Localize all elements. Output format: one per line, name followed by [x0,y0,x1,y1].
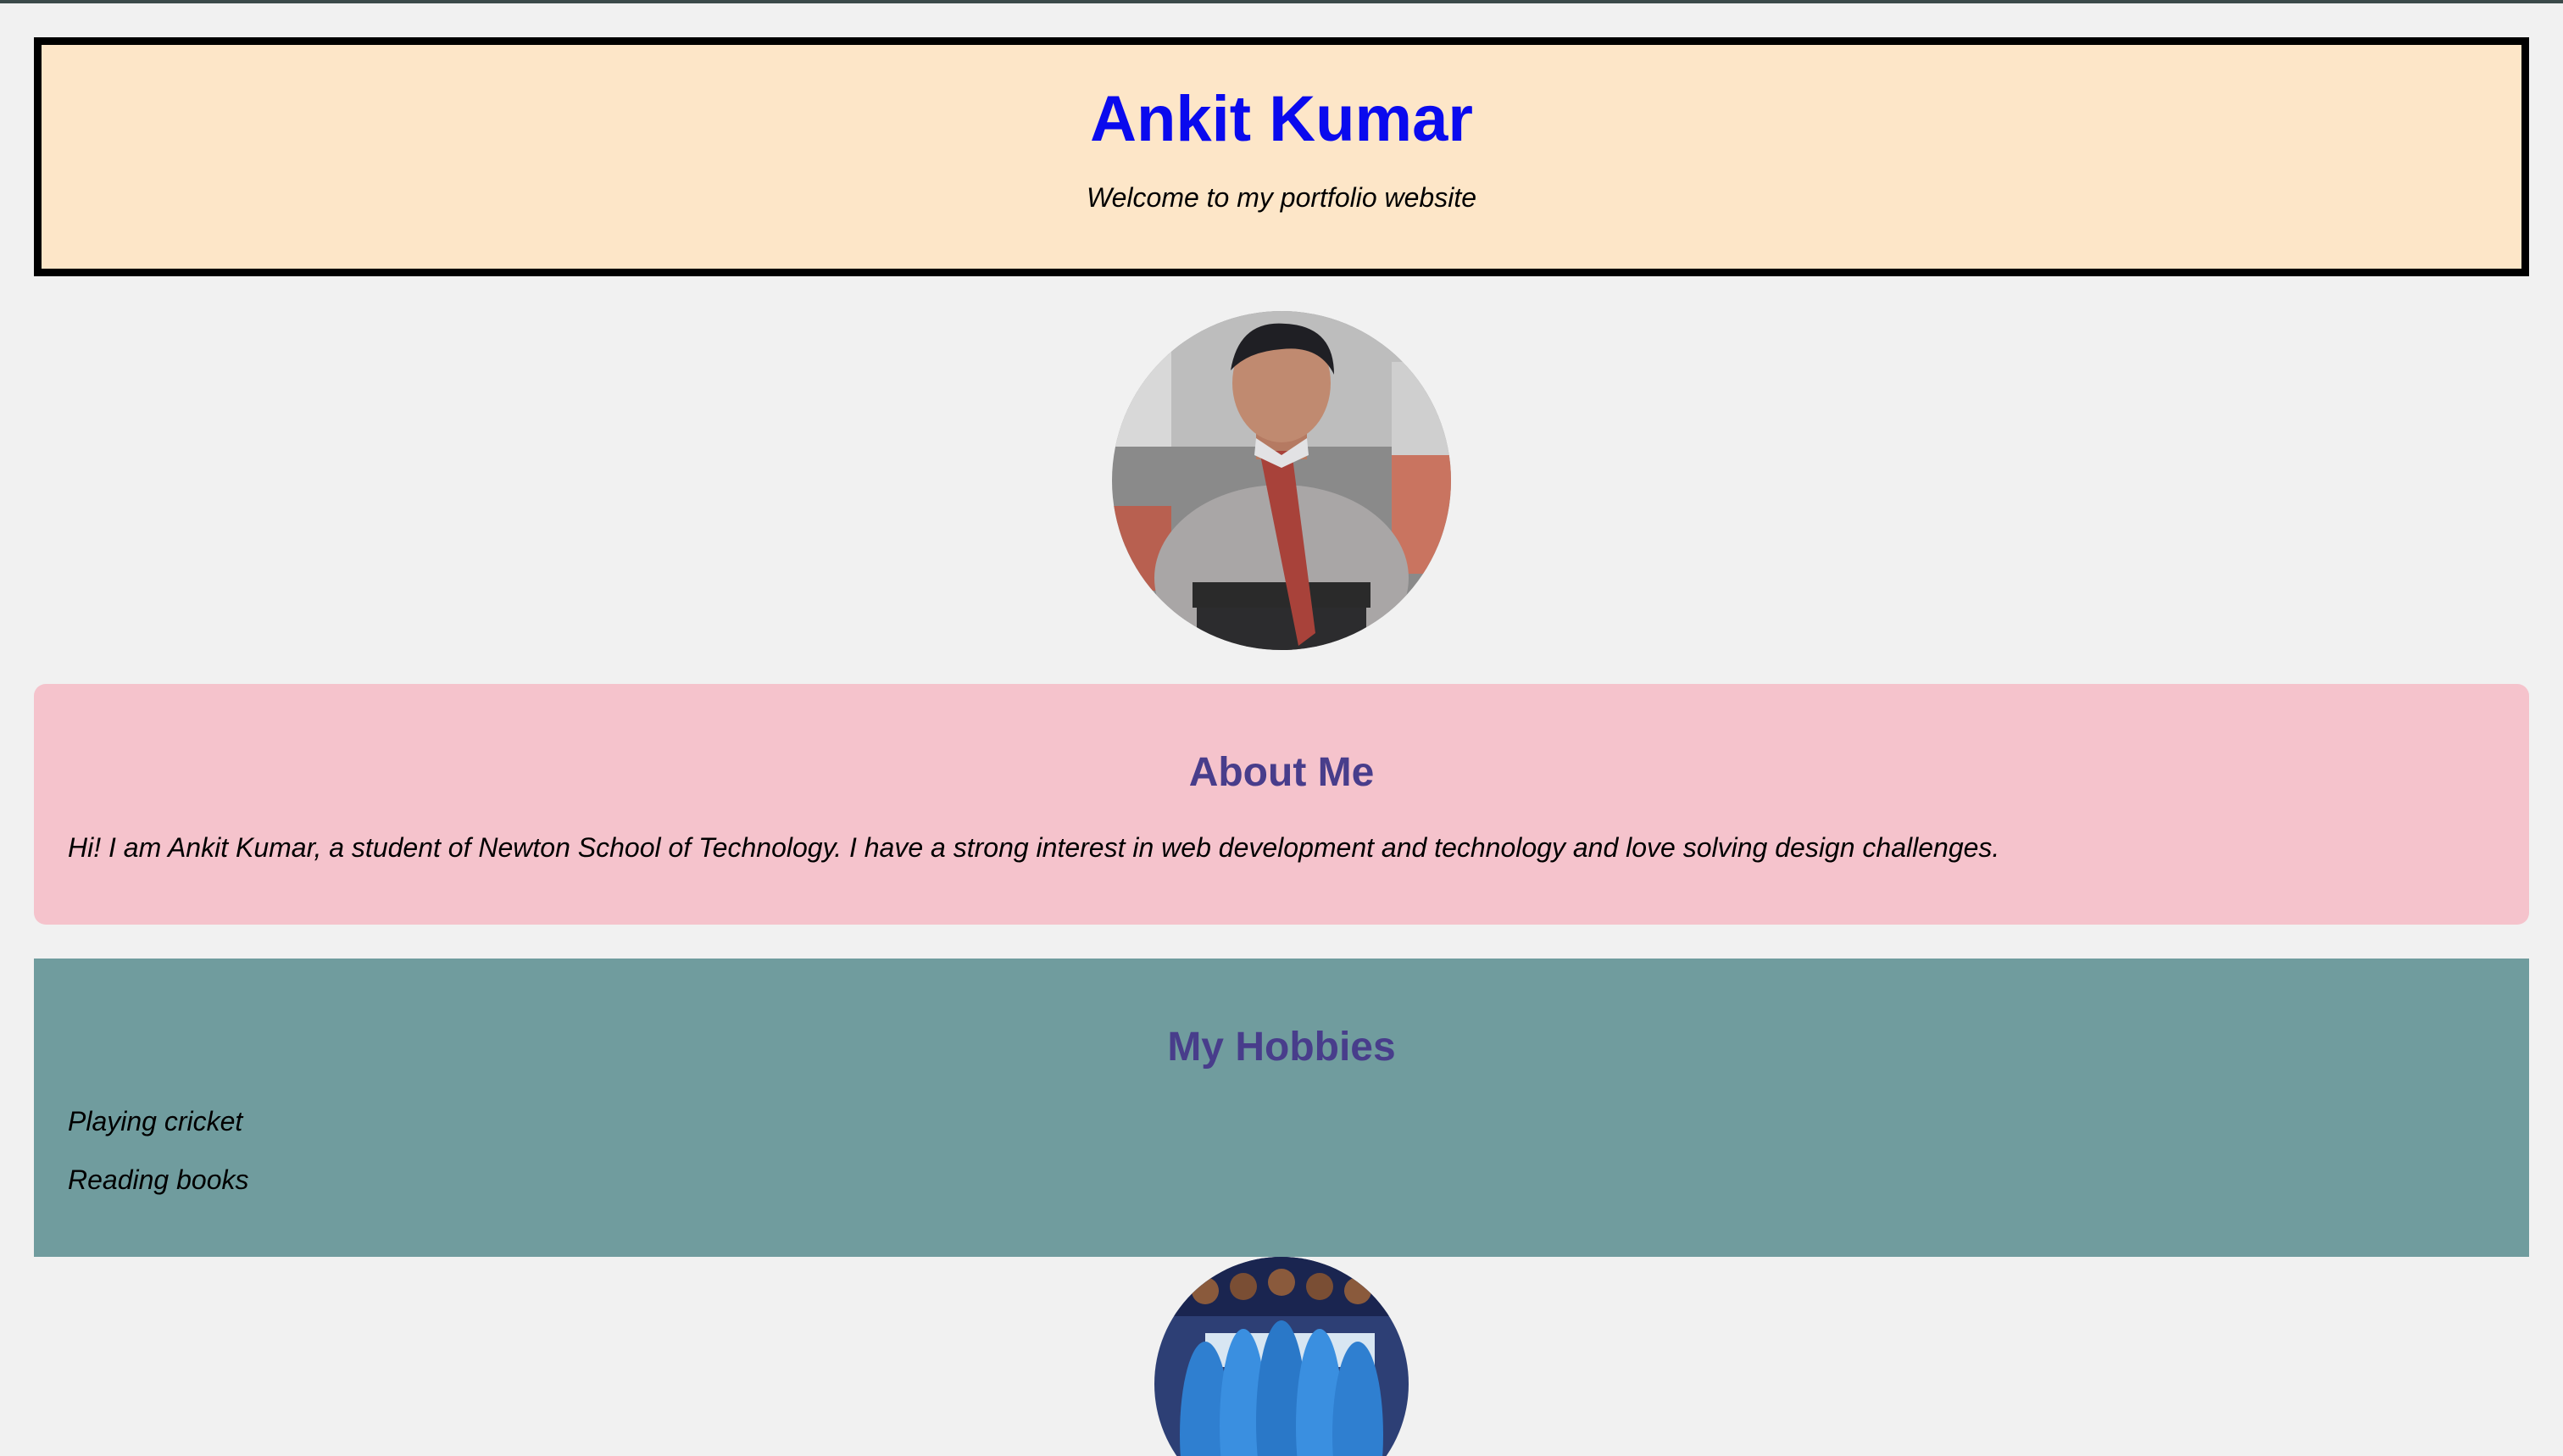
hobbies-heading: My Hobbies [1167,1025,1396,1070]
page-title: Ankit Kumar [1090,83,1473,155]
top-border-line [0,0,2563,3]
profile-photo-image [1112,311,1451,650]
page-header: Ankit Kumar Welcome to my portfolio webs… [34,37,2529,276]
hobby-item: Playing cricket [68,1106,243,1136]
page-tagline: Welcome to my portfolio website [1086,182,1477,213]
about-text: Hi! I am Ankit Kumar, a student of Newto… [68,832,2000,863]
cricket-team-image [1154,1257,1409,1456]
hobbies-section: My Hobbies Playing cricket Reading books [34,959,2529,1257]
profile-photo [1112,311,1451,650]
cricket-team-photo [1154,1257,1409,1456]
about-heading: About Me [1188,750,1375,795]
about-section: About Me Hi! I am Ankit Kumar, a student… [34,684,2529,925]
hobby-item: Reading books [68,1164,249,1195]
